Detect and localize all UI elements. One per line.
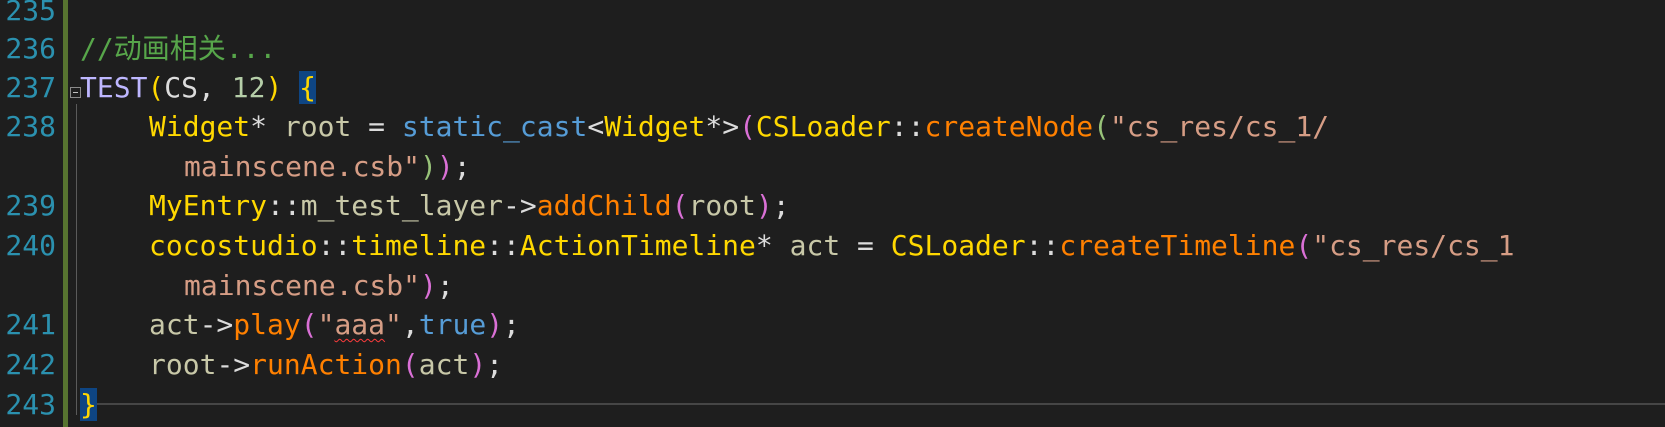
code-line-240[interactable]: cocostudio::timeline::ActionTimeline* ac… bbox=[149, 225, 1515, 267]
line-number: 238 bbox=[5, 110, 56, 143]
function-name: runAction bbox=[250, 348, 402, 381]
semicolon: ; bbox=[436, 269, 454, 302]
macro-arg: CS bbox=[164, 71, 199, 104]
test-macro: TEST bbox=[80, 71, 148, 104]
function-name: createTimeline bbox=[1059, 229, 1296, 262]
variable: act bbox=[418, 348, 470, 381]
function-name: createNode bbox=[924, 110, 1094, 143]
paren: ( bbox=[1295, 229, 1313, 262]
code-editor[interactable]: 235 236 237 238 239 240 241 242 243 //动画… bbox=[0, 0, 1665, 427]
paren: ) bbox=[420, 269, 437, 302]
variable: root bbox=[283, 110, 352, 143]
paren: ) bbox=[469, 348, 487, 381]
paren: ) bbox=[436, 150, 454, 183]
namespace-name: timeline bbox=[351, 229, 487, 262]
paren: ( bbox=[300, 308, 318, 341]
paren: ) bbox=[420, 150, 437, 183]
matched-brace-open: { bbox=[299, 71, 317, 104]
line-number: 236 bbox=[5, 32, 56, 65]
line-number: 237 bbox=[5, 71, 56, 104]
current-line-highlight bbox=[83, 403, 1665, 427]
type-name: Widget bbox=[604, 110, 706, 143]
assign-op: = bbox=[351, 110, 402, 143]
angle-bracket: < bbox=[587, 110, 605, 143]
class-name: CSLoader bbox=[755, 110, 891, 143]
function-name: play bbox=[233, 308, 301, 341]
code-line-240-wrap[interactable]: mainscene.csb"); bbox=[184, 265, 454, 307]
scope-op: :: bbox=[1025, 229, 1060, 262]
matched-brace-close: } bbox=[80, 388, 97, 421]
assign-op: = bbox=[840, 229, 891, 262]
type-name: Widget bbox=[149, 110, 251, 143]
code-line-238-wrap[interactable]: mainscene.csb")); bbox=[184, 146, 471, 188]
paren: ( bbox=[671, 189, 689, 222]
scope-op: :: bbox=[890, 110, 925, 143]
line-number: 239 bbox=[5, 189, 56, 222]
variable: root bbox=[688, 189, 756, 222]
pointer-star: * bbox=[755, 229, 790, 262]
code-line-237[interactable]: TEST(CS, 12) { bbox=[80, 67, 317, 109]
line-number: 241 bbox=[5, 308, 56, 341]
paren: ( bbox=[147, 71, 165, 104]
number-literal: 12 bbox=[231, 71, 266, 104]
line-number: 243 bbox=[5, 388, 56, 421]
pointer-star: * bbox=[250, 110, 284, 143]
code-line-239[interactable]: MyEntry::m_test_layer->addChild(root); bbox=[149, 185, 790, 227]
code-line-242[interactable]: root->runAction(act); bbox=[149, 344, 503, 386]
string-quote: " bbox=[385, 308, 402, 341]
scope-op: :: bbox=[267, 189, 301, 222]
code-line-238[interactable]: Widget* root = static_cast<Widget*>(CSLo… bbox=[149, 106, 1329, 148]
paren: ( bbox=[401, 348, 419, 381]
string-literal-spellcheck: aaa bbox=[334, 308, 386, 341]
code-line-241[interactable]: act->play("aaa",true); bbox=[149, 304, 520, 346]
code-line-243[interactable]: } bbox=[80, 384, 97, 426]
class-name: CSLoader bbox=[890, 229, 1026, 262]
keyword: static_cast bbox=[401, 110, 588, 143]
semicolon: ; bbox=[772, 189, 790, 222]
arrow-op: -> bbox=[503, 189, 537, 222]
variable: act bbox=[149, 308, 200, 341]
member-variable: m_test_layer bbox=[300, 189, 504, 222]
arrow-op: -> bbox=[199, 308, 234, 341]
line-number: 240 bbox=[5, 229, 56, 262]
variable: act bbox=[789, 229, 841, 262]
bool-literal: true bbox=[418, 308, 487, 341]
type-name: ActionTimeline bbox=[519, 229, 756, 262]
string-literal: "cs_res/cs_1 bbox=[1312, 229, 1515, 262]
string-literal: "cs_res/cs_1/ bbox=[1109, 110, 1330, 143]
namespace-name: cocostudio bbox=[149, 229, 318, 262]
arrow-op: -> bbox=[216, 348, 251, 381]
semicolon: ; bbox=[453, 150, 471, 183]
scope-op: :: bbox=[317, 229, 352, 262]
string-literal: mainscene.csb" bbox=[184, 150, 421, 183]
paren: ) bbox=[265, 71, 283, 104]
angle-bracket: *> bbox=[705, 110, 740, 143]
paren: ) bbox=[486, 308, 504, 341]
semicolon: ; bbox=[503, 308, 520, 341]
string-quote: " bbox=[317, 308, 335, 341]
variable: root bbox=[149, 348, 217, 381]
function-name: addChild bbox=[536, 189, 672, 222]
class-name: MyEntry bbox=[149, 189, 268, 222]
comma: , bbox=[401, 308, 419, 341]
change-tracking-bar bbox=[63, 0, 68, 427]
comma: , bbox=[198, 71, 232, 104]
fold-guide-line bbox=[76, 104, 77, 415]
code-line-236[interactable]: //动画相关... bbox=[80, 28, 276, 70]
string-literal: mainscene.csb" bbox=[184, 269, 421, 302]
paren: ) bbox=[755, 189, 773, 222]
semicolon: ; bbox=[486, 348, 504, 381]
line-number: 242 bbox=[5, 348, 56, 381]
line-number-gutter: 235 236 237 238 239 240 241 242 243 bbox=[0, 0, 56, 427]
paren: ( bbox=[1093, 110, 1110, 143]
paren: ( bbox=[739, 110, 756, 143]
code-comment: //动画相关... bbox=[80, 32, 277, 65]
scope-op: :: bbox=[486, 229, 520, 262]
